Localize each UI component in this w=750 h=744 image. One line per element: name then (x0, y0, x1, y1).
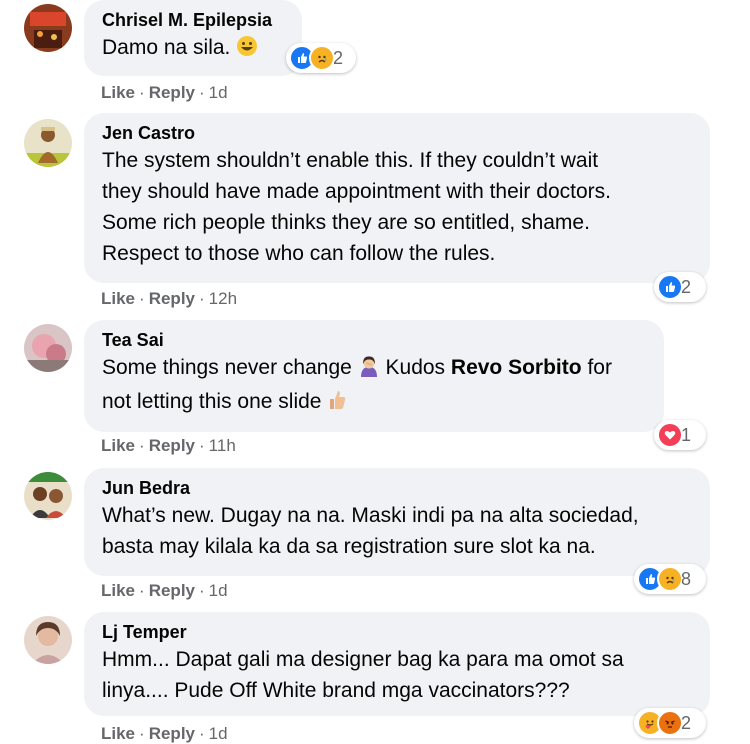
comment-text: What’s new. Dugay na na. Maski indi pa n… (102, 500, 692, 562)
comment-text-line: Some rich people thinks they are so enti… (102, 211, 590, 234)
separator: · (199, 83, 205, 102)
comment-actions: Like · Reply · 11h (101, 436, 236, 456)
like-link[interactable]: Like (101, 724, 135, 744)
comment-author[interactable]: Jun Bedra (102, 476, 692, 500)
comment-actions: Like · Reply · 1d (101, 724, 228, 744)
comment-text-content: Kudos (385, 356, 446, 379)
comment-bubble: Lj Temper Hmm... Dapat gali ma designer … (84, 612, 710, 716)
avatar[interactable] (24, 119, 72, 167)
like-link[interactable]: Like (101, 83, 135, 103)
comment-bubble: Jun Bedra What’s new. Dugay na na. Maski… (84, 468, 710, 576)
reaction-summary[interactable]: 8 (634, 564, 706, 594)
comment-timestamp[interactable]: 1d (209, 581, 228, 601)
comment-bubble: Chrisel M. Epilepsia Damo na sila. (84, 0, 302, 76)
comment-text-line: Respect to those who can follow the rule… (102, 242, 496, 265)
reply-link[interactable]: Reply (149, 289, 195, 309)
comment-text-content: not letting this one slide (102, 390, 322, 413)
comment-author[interactable]: Lj Temper (102, 620, 692, 644)
comment-actions: Like · Reply · 1d (101, 83, 228, 103)
reply-link[interactable]: Reply (149, 83, 195, 103)
separator: · (139, 724, 145, 743)
comment-text-content: for (587, 356, 612, 379)
reaction-count: 8 (681, 568, 692, 589)
comment-text-line: Hmm... Dapat gali ma designer bag ka par… (102, 648, 624, 671)
like-link[interactable]: Like (101, 436, 135, 456)
reaction-summary[interactable]: 2 (286, 43, 356, 73)
comment-bubble: Jen Castro The system shouldn’t enable t… (84, 113, 710, 283)
woman-facepalming-emoji-icon (358, 355, 380, 386)
comment-text-line: they should have made appointment with t… (102, 180, 611, 203)
avatar[interactable] (24, 4, 72, 52)
separator: · (199, 581, 205, 600)
reaction-summary[interactable]: 2 (654, 272, 706, 302)
comment-actions: Like · Reply · 12h (101, 289, 237, 309)
separator: · (199, 436, 205, 455)
avatar[interactable] (24, 616, 72, 664)
like-link[interactable]: Like (101, 581, 135, 601)
comment-text: Some things never change Kudos Revo Sorb… (102, 352, 646, 420)
reaction-count: 2 (333, 47, 344, 68)
reply-link[interactable]: Reply (149, 724, 195, 744)
comment-timestamp[interactable]: 11h (209, 436, 236, 456)
mention-link[interactable]: Revo Sorbito (451, 356, 582, 379)
comment-text-line: linya.... Pude Off White brand mga vacci… (102, 679, 570, 702)
reaction-count: 2 (681, 276, 692, 297)
comment-text-line: What’s new. Dugay na na. Maski indi pa n… (102, 504, 639, 527)
comment-timestamp[interactable]: 1d (209, 724, 228, 744)
reply-link[interactable]: Reply (149, 581, 195, 601)
comment-bubble: Tea Sai Some things never change Kudos R… (84, 320, 664, 432)
comment-text: Hmm... Dapat gali ma designer bag ka par… (102, 644, 692, 706)
comment-text-content: Some things never change (102, 356, 352, 379)
comment-text-line: basta may kilala ka da sa registration s… (102, 535, 596, 558)
comment-text: Damo na sila. (102, 32, 284, 66)
reaction-summary[interactable]: 1 (654, 420, 706, 450)
comment-text-line: The system shouldn’t enable this. If the… (102, 149, 599, 172)
comment-author[interactable]: Tea Sai (102, 328, 646, 352)
comment-text: The system shouldn’t enable this. If the… (102, 145, 692, 269)
comment-timestamp[interactable]: 1d (209, 83, 228, 103)
avatar[interactable] (24, 472, 72, 520)
comment-author[interactable]: Chrisel M. Epilepsia (102, 8, 284, 32)
avatar[interactable] (24, 324, 72, 372)
comment-author[interactable]: Jen Castro (102, 121, 692, 145)
reaction-count: 2 (681, 712, 692, 733)
comment-actions: Like · Reply · 1d (101, 581, 228, 601)
comment-timestamp[interactable]: 12h (209, 289, 237, 309)
comment-text-content: Damo na sila. (102, 36, 231, 59)
reply-link[interactable]: Reply (149, 436, 195, 456)
separator: · (139, 83, 145, 102)
separator: · (199, 289, 205, 308)
grinning-emoji-icon (236, 35, 258, 66)
separator: · (139, 436, 145, 455)
like-link[interactable]: Like (101, 289, 135, 309)
separator: · (199, 724, 205, 743)
separator: · (139, 289, 145, 308)
thumbs-up-emoji-icon (327, 389, 347, 420)
separator: · (139, 581, 145, 600)
reaction-count: 1 (681, 424, 692, 445)
